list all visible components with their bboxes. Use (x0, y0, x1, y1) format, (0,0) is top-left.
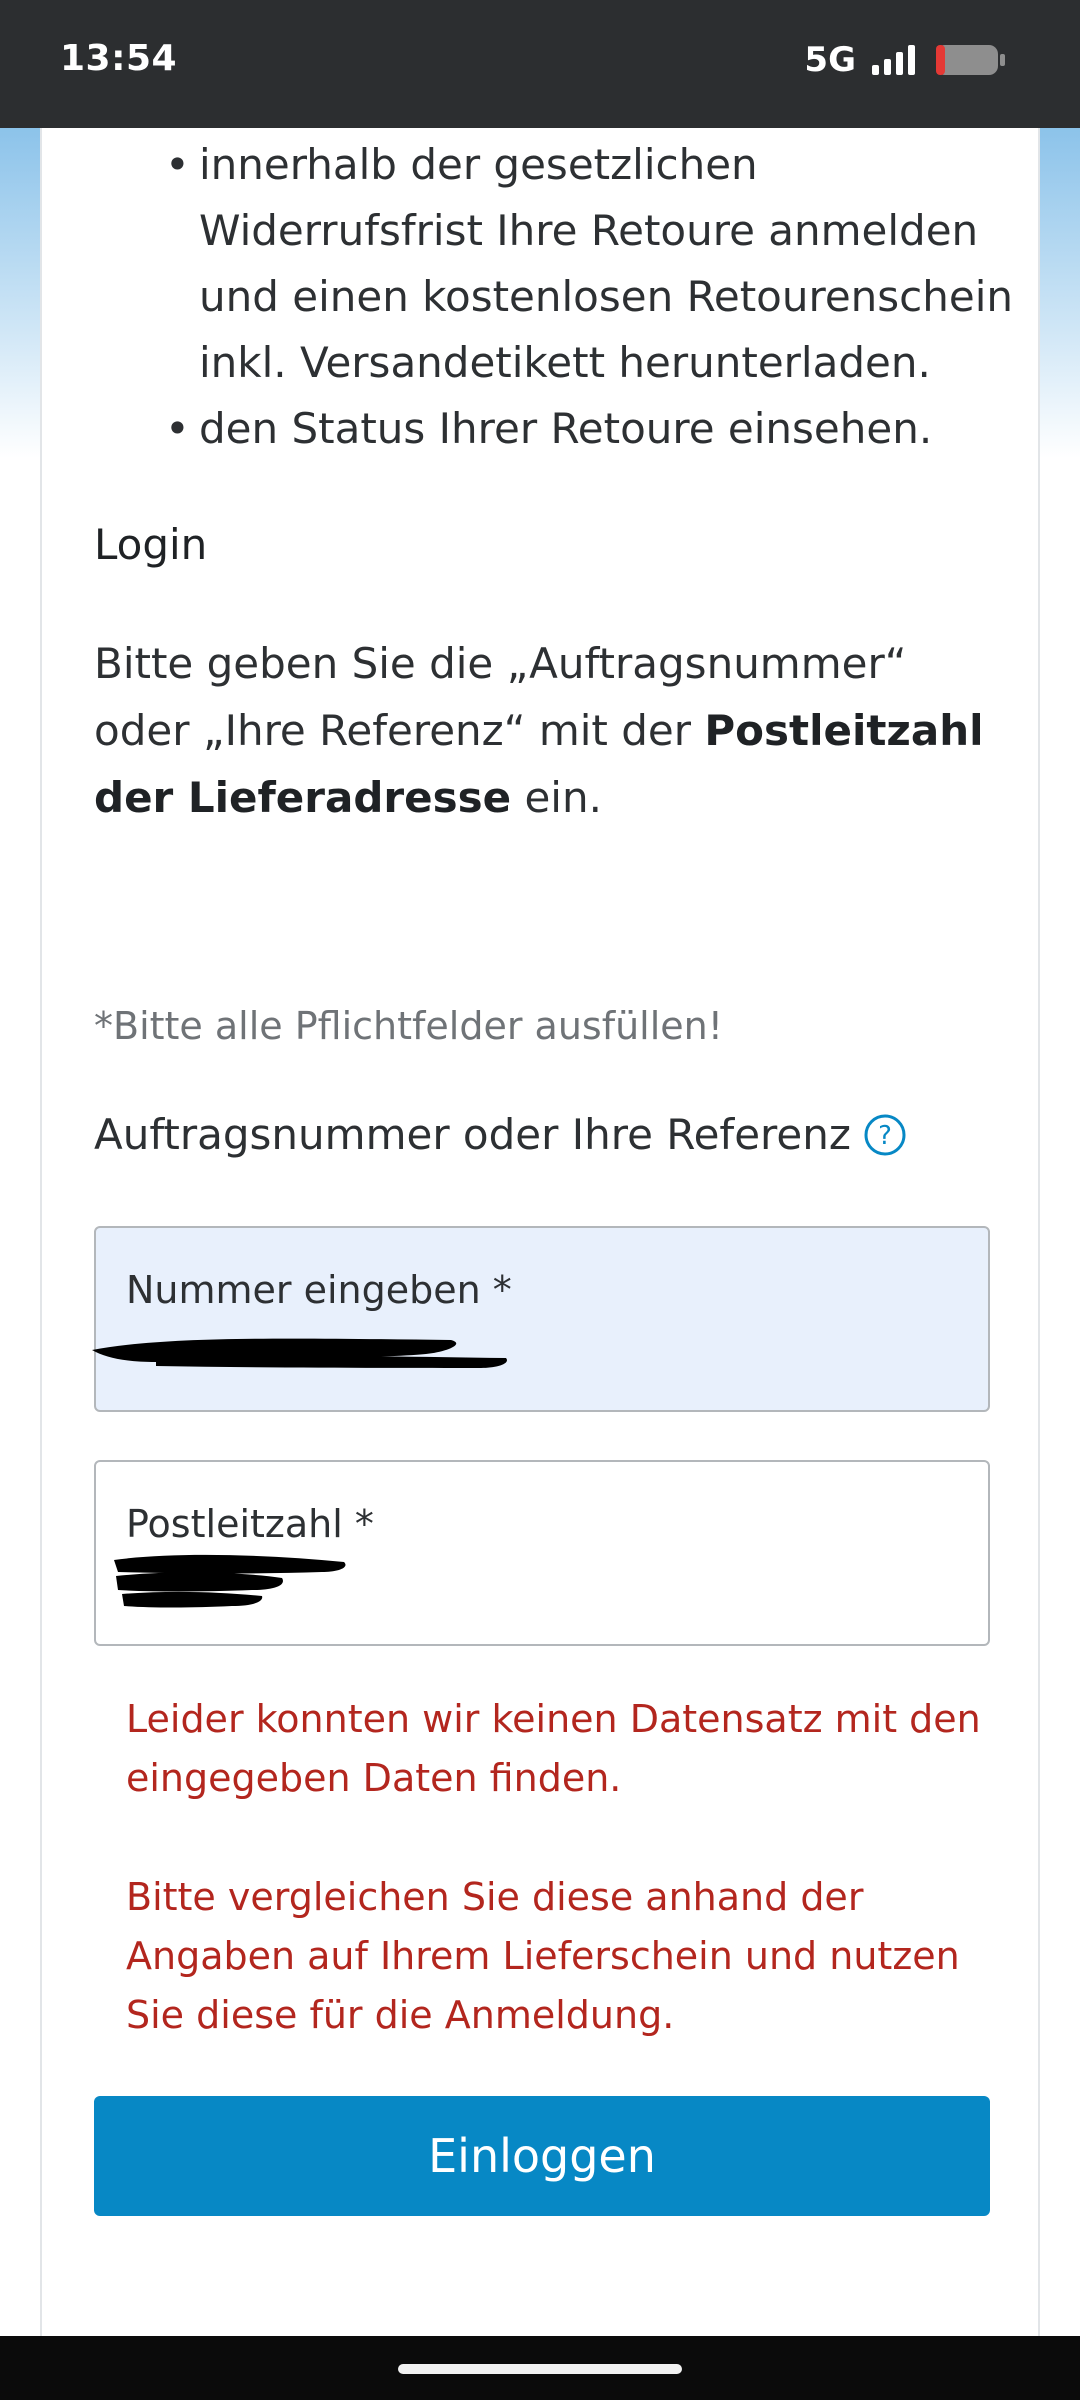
feature-list: • innerhalb der gesetzlichen Widerrufsfr… (42, 132, 1042, 462)
order-number-field[interactable]: Nummer eingeben * (92, 1226, 990, 1412)
redacted-value (114, 1554, 346, 1608)
postal-code-field-label: Postleitzahl * (126, 1502, 374, 1546)
home-indicator[interactable] (398, 2364, 682, 2374)
bullet-icon: • (165, 404, 190, 453)
network-type: 5G (804, 40, 856, 80)
list-item: • innerhalb der gesetzlichen Widerrufsfr… (42, 132, 1042, 396)
question-circle-icon[interactable]: ? (863, 1113, 907, 1157)
battery-low-icon (936, 45, 1005, 75)
login-instructions: Bitte geben Sie die „Auftragsnummer“ ode… (94, 630, 994, 831)
intro-text-end: ein. (511, 773, 602, 822)
list-item-text: den Status Ihrer Retoure einsehen. (199, 404, 933, 453)
status-time: 13:54 (60, 38, 178, 79)
status-indicators: 5G (804, 40, 1006, 80)
error-message-hint: Bitte vergleichen Sie diese anhand der A… (126, 1875, 960, 2037)
system-navigation-bar (0, 2336, 1080, 2400)
cellular-signal-icon (872, 45, 915, 75)
order-number-field-label: Nummer eingeben * (126, 1268, 512, 1312)
order-number-field-label: Auftragsnummer oder Ihre Referenz (94, 1110, 851, 1159)
status-bar: 13:54 5G (0, 0, 1080, 128)
login-button[interactable]: Einloggen (94, 2096, 990, 2216)
bullet-icon: • (165, 140, 190, 189)
required-fields-note: *Bitte alle Pflichtfelder ausfüllen! (94, 1004, 723, 1048)
error-message-not-found: Leider konnten wir keinen Datensatz mit … (126, 1697, 981, 1800)
login-heading: Login (94, 520, 208, 569)
svg-text:?: ? (878, 1121, 892, 1151)
postal-code-field[interactable]: Postleitzahl * (94, 1460, 990, 1646)
content-card: • innerhalb der gesetzlichen Widerrufsfr… (40, 128, 1040, 2336)
list-item-text: innerhalb der gesetzlichen Widerrufsfris… (199, 140, 1014, 387)
list-item: • den Status Ihrer Retoure einsehen. (42, 396, 1042, 462)
redacted-value (92, 1338, 507, 1368)
field-label-row: Auftragsnummer oder Ihre Referenz ? (94, 1110, 907, 1159)
